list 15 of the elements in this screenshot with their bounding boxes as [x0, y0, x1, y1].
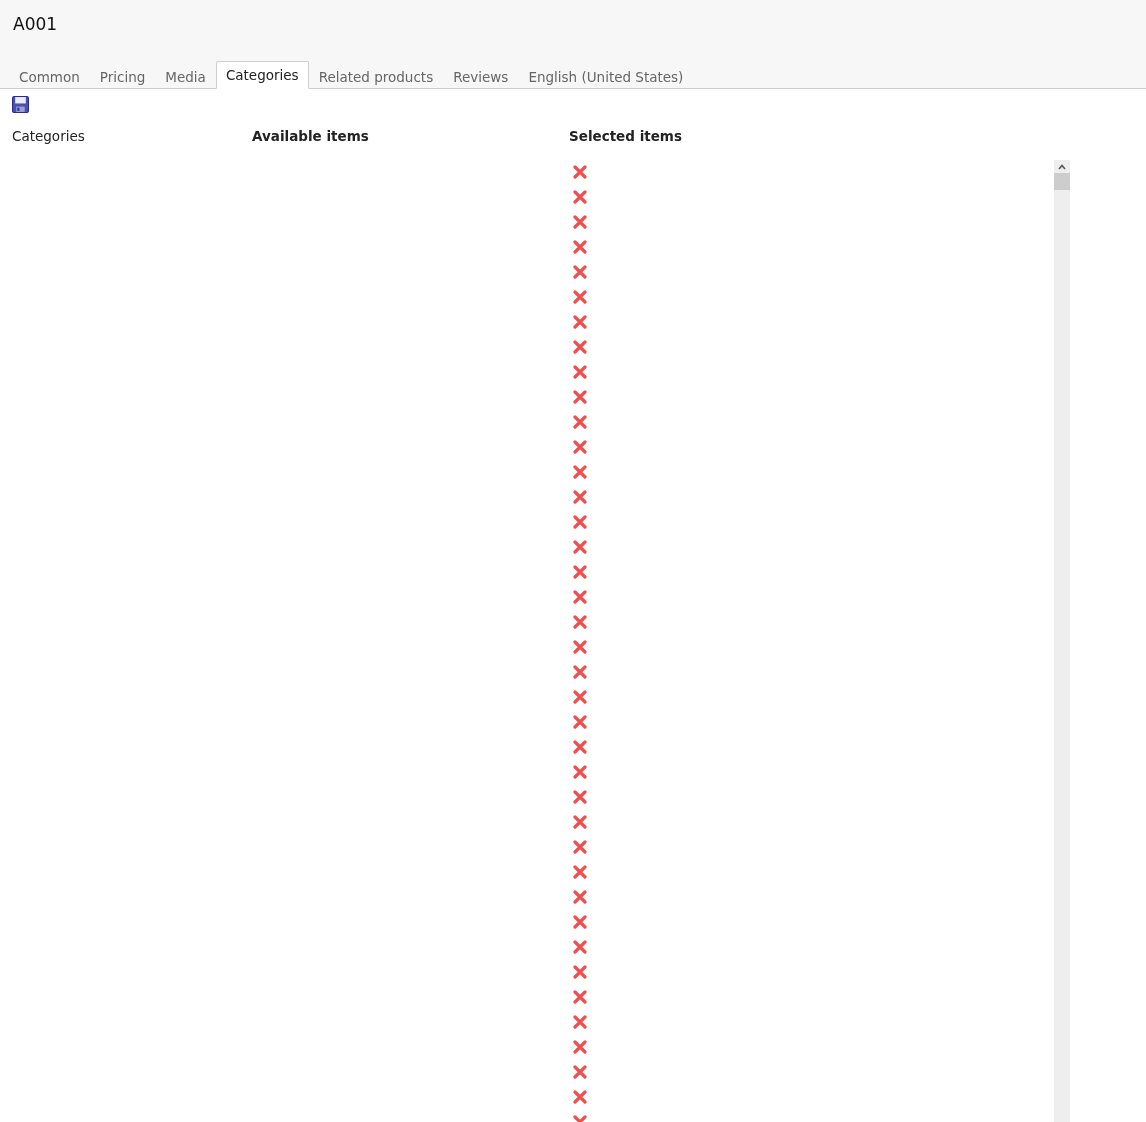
column-heading: Selected items	[569, 127, 682, 145]
save-icon[interactable]	[12, 96, 29, 113]
tab[interactable]: Categories	[215, 61, 309, 89]
tab[interactable]: Related products	[308, 63, 444, 89]
scrollbar[interactable]	[1054, 160, 1070, 1122]
tab[interactable]: Reviews	[443, 63, 519, 89]
field-label: Categories	[12, 127, 85, 145]
tab[interactable]: Pricing	[89, 63, 156, 89]
page-title: A001	[12, 13, 59, 36]
tab[interactable]: English (United States)	[518, 63, 694, 89]
scrollbar-thumb[interactable]	[1054, 173, 1070, 190]
column-heading: Available items	[252, 127, 369, 145]
scroll-up-icon[interactable]	[1058, 164, 1066, 170]
tab[interactable]: Media	[155, 63, 216, 89]
tab[interactable]: Common	[9, 63, 90, 89]
